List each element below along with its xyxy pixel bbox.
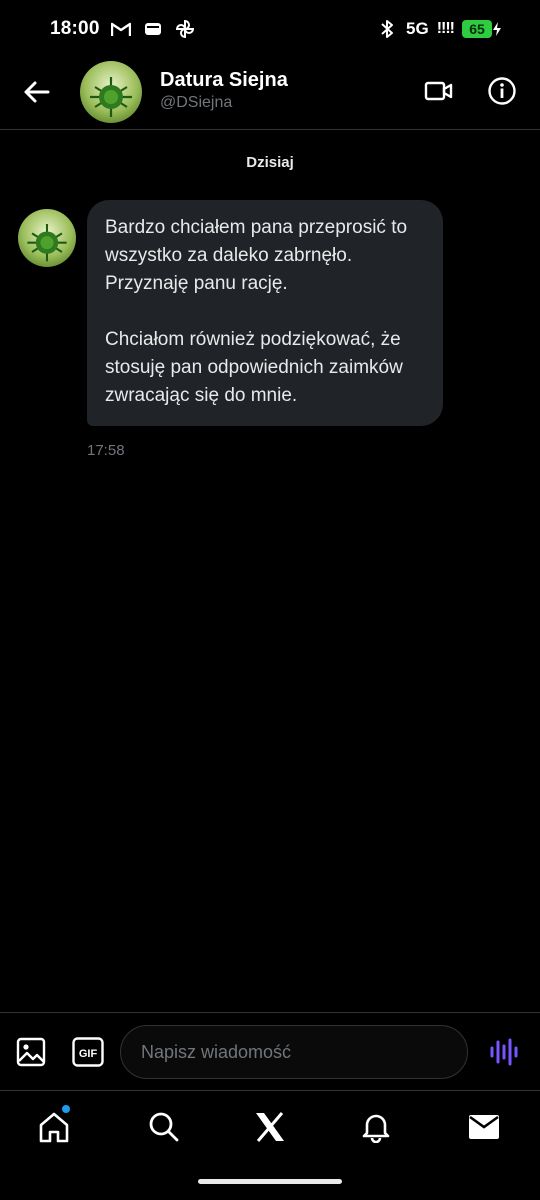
message-composer: GIF <box>0 1012 540 1090</box>
nav-notifications[interactable] <box>356 1107 396 1147</box>
signal-strength: !!!! <box>436 20 455 37</box>
charging-icon <box>493 22 501 36</box>
voice-wave-icon <box>490 1038 518 1066</box>
back-button[interactable] <box>18 74 54 110</box>
bluetooth-icon <box>376 18 398 40</box>
home-icon <box>39 1112 69 1143</box>
voice-message-button[interactable] <box>486 1035 522 1069</box>
video-call-button[interactable] <box>422 76 456 106</box>
video-camera-icon <box>424 81 453 101</box>
search-icon <box>149 1112 179 1142</box>
status-time: 18:00 <box>50 18 100 39</box>
wallet-icon <box>142 18 164 40</box>
battery-level: 65 <box>462 20 492 38</box>
network-type: 5G <box>406 19 429 38</box>
back-arrow-icon <box>24 81 50 103</box>
battery-indicator: 65 <box>462 20 502 38</box>
x-logo-icon <box>256 1112 284 1142</box>
message-bubble[interactable]: Bardzo chciałem pana przeprosić to wszys… <box>87 200 443 426</box>
gmail-icon <box>110 18 132 40</box>
status-left: 18:00 <box>50 18 196 40</box>
avatar[interactable] <box>80 61 142 123</box>
image-icon <box>16 1037 46 1067</box>
gif-icon: GIF <box>72 1037 104 1067</box>
info-icon <box>488 77 516 105</box>
status-right: 5G !!!! 65 <box>376 18 502 40</box>
status-bar: 18:00 5G !!!! 65 <box>0 0 540 58</box>
pinwheel-icon <box>174 18 196 40</box>
home-indicator <box>198 1179 342 1184</box>
conversation-header: Datura Siejna @DSiejna <box>0 58 540 130</box>
nav-x[interactable] <box>250 1107 290 1147</box>
sender-avatar[interactable] <box>18 209 76 267</box>
gif-button[interactable]: GIF <box>72 1037 104 1067</box>
contact-handle: @DSiejna <box>160 94 233 111</box>
mail-icon <box>469 1115 499 1139</box>
nav-messages[interactable] <box>464 1107 504 1147</box>
message-input[interactable] <box>120 1025 468 1079</box>
contact-name: Datura Siejna <box>160 69 288 91</box>
gif-label: GIF <box>79 1048 98 1060</box>
notification-dot <box>62 1105 70 1113</box>
nav-search[interactable] <box>144 1107 184 1147</box>
header-names[interactable]: Datura Siejna @DSiejna <box>160 68 288 114</box>
add-image-button[interactable] <box>14 1035 48 1069</box>
info-button[interactable] <box>486 75 518 107</box>
nav-home[interactable] <box>34 1105 74 1147</box>
bell-icon <box>362 1114 390 1143</box>
message-timestamp: 17:58 <box>87 442 125 459</box>
day-separator: Dzisiaj <box>246 154 294 171</box>
